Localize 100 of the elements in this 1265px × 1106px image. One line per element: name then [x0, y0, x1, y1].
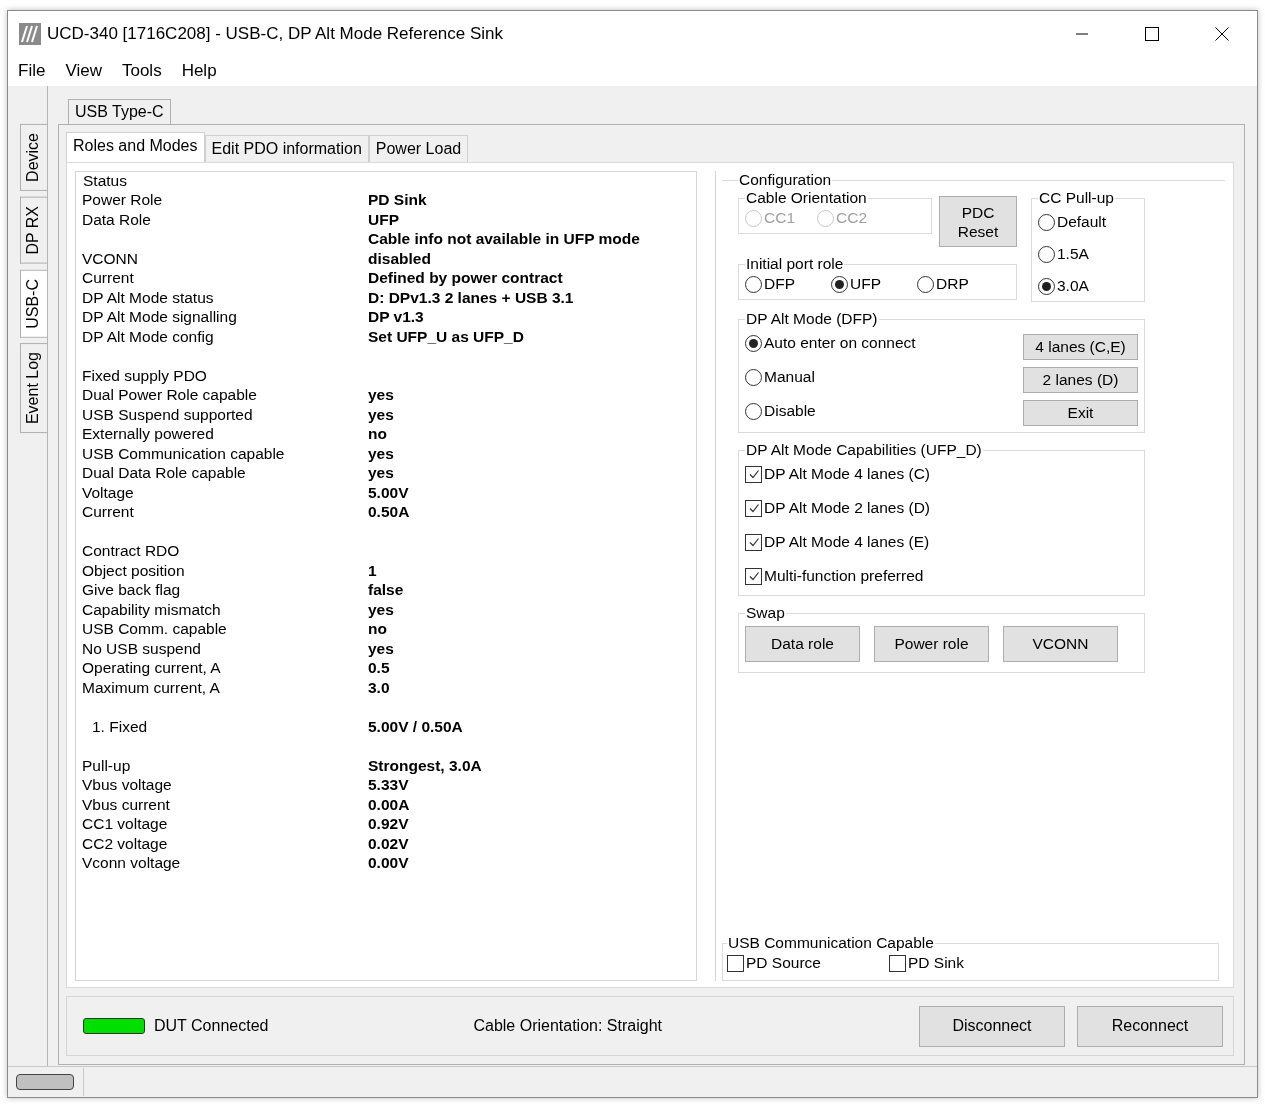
field-label: VCONN	[82, 249, 138, 267]
group-title: DP Alt Mode Capabilities (UFP_D)	[745, 441, 983, 459]
group-title: USB Communication Capable	[727, 934, 935, 952]
side-tab[interactable]: Event Log	[20, 343, 47, 434]
field-value: 5.00V	[368, 482, 409, 502]
field-label: Give back flag	[82, 581, 181, 598]
window-title: UCD-340 [1716C208] - USB-C, DP Alt Mode Reference Sink	[47, 23, 504, 44]
checkbox-option[interactable]: PD Source	[727, 954, 821, 972]
checkbox-option[interactable]: DP Alt Mode 4 lanes (C)	[745, 465, 1138, 483]
menu-item[interactable]: Help	[181, 61, 217, 81]
app-logo-icon	[19, 22, 41, 45]
field-label: Contract RDO	[82, 542, 180, 559]
checkbox-option[interactable]: DP Alt Mode 4 lanes (E)	[745, 533, 1138, 551]
checkmark-icon	[747, 570, 760, 582]
radio-option[interactable]: DRP	[917, 275, 969, 293]
field-value: 1	[368, 560, 377, 580]
field-label: Object position	[82, 561, 185, 579]
connection-button[interactable]: Reconnect	[1077, 1005, 1223, 1047]
tab[interactable]: Roles and Modes	[66, 132, 205, 162]
field-value: yes	[368, 599, 394, 619]
menu-item[interactable]: View	[65, 61, 102, 81]
maximize-icon[interactable]	[1145, 26, 1159, 41]
field-value: disabled	[368, 248, 431, 268]
field-label: Vbus voltage	[82, 776, 172, 793]
field-value: 0.00V	[368, 853, 409, 873]
radio-option[interactable]: DFP	[745, 275, 795, 293]
field-value: 5.00V / 0.50A	[368, 716, 463, 736]
radio-option[interactable]: Manual	[745, 368, 916, 386]
radio-option[interactable]: 3.0A	[1038, 277, 1138, 295]
field-label: Maximum current, A	[82, 678, 220, 696]
cable-orientation-text: Cable Orientation: Straight	[473, 1017, 662, 1035]
field-label: DP Alt Mode config	[82, 327, 214, 345]
connection-button[interactable]: Disconnect	[919, 1005, 1065, 1047]
field-value: Set UFP_U as UFP_D	[368, 326, 524, 346]
radio-option[interactable]: UFP	[831, 275, 881, 293]
field-value: PD Sink	[368, 190, 427, 210]
field-label: CC1 voltage	[82, 815, 168, 832]
field-label: Dual Data Role capable	[82, 464, 246, 481]
field-label: USB Suspend supported	[82, 405, 253, 423]
field-label: 1. Fixed	[92, 717, 148, 735]
swap-button[interactable]: VCONN	[1003, 626, 1118, 662]
field-label: USB Comm. capable	[82, 620, 227, 637]
field-label: Voltage	[82, 483, 134, 501]
checkmark-icon	[747, 536, 760, 548]
lane-button[interactable]: Exit	[1023, 400, 1138, 426]
checkmark-icon	[747, 502, 760, 514]
field-value: yes	[368, 404, 394, 424]
radio-option[interactable]: 1.5A	[1038, 245, 1138, 263]
field-value: 5.33V	[368, 775, 409, 795]
checkbox-option[interactable]: Multi-function preferred	[745, 567, 1138, 585]
tab[interactable]: Edit PDO information	[204, 135, 369, 162]
field-value: 0.92V	[368, 814, 409, 834]
checkbox-option[interactable]: DP Alt Mode 2 lanes (D)	[745, 499, 1138, 517]
field-value: 0.5	[368, 658, 390, 678]
pdc-reset-button[interactable]: PDC Reset	[939, 196, 1017, 247]
swap-button[interactable]: Power role	[874, 626, 989, 662]
field-value: Cable info not available in UFP mode	[368, 229, 640, 249]
field-label: Current	[82, 269, 134, 286]
group-title: CC Pull-up	[1038, 189, 1115, 207]
field-label: CC2 voltage	[82, 834, 168, 852]
field-value: 0.50A	[368, 502, 410, 522]
field-value: Strongest, 3.0A	[368, 755, 482, 775]
field-label: DP Alt Mode signalling	[82, 308, 237, 325]
tab[interactable]: Power Load	[368, 135, 469, 162]
group-title: DP Alt Mode (DFP)	[745, 310, 879, 328]
field-label: Fixed supply PDO	[82, 366, 207, 384]
radio-option[interactable]: Auto enter on connect	[745, 334, 916, 352]
group-title: Cable Orientation	[745, 189, 868, 207]
field-value: 3.0	[368, 677, 390, 697]
swap-button[interactable]: Data role	[745, 626, 860, 662]
field-label: Externally powered	[82, 425, 214, 442]
radio-option[interactable]: Disable	[745, 402, 916, 420]
field-label: Capability mismatch	[82, 600, 221, 618]
field-value: no	[368, 619, 387, 639]
group-title: Configuration	[738, 171, 833, 189]
lane-button[interactable]: 4 lanes (C,E)	[1023, 334, 1138, 360]
field-value: false	[368, 580, 404, 600]
radio-option[interactable]: Default	[1038, 213, 1138, 231]
field-label: DP Alt Mode status	[82, 288, 214, 306]
connection-status: DUT Connected	[154, 1017, 269, 1035]
field-label: Operating current, A	[82, 659, 221, 676]
side-tab[interactable]: Device	[20, 124, 47, 191]
field-value: yes	[368, 385, 394, 405]
menu-item[interactable]: Tools	[121, 61, 162, 81]
group-title: Swap	[745, 604, 786, 622]
side-tab[interactable]: DP RX	[20, 196, 47, 264]
side-tab[interactable]: USB-C	[20, 269, 47, 338]
field-label: Current	[82, 503, 134, 520]
field-label: USB Communication capable	[82, 444, 285, 462]
field-label: Vbus current	[82, 795, 170, 813]
lane-button[interactable]: 2 lanes (D)	[1023, 367, 1138, 393]
checkbox-option[interactable]: PD Sink	[888, 954, 964, 972]
group-title: Status	[82, 172, 128, 190]
menu-item[interactable]: File	[18, 61, 46, 81]
field-label: Data Role	[82, 210, 151, 228]
field-value: D: DPv1.3 2 lanes + USB 3.1	[368, 287, 574, 307]
field-value: Defined by power contract	[368, 268, 563, 288]
outer-tab[interactable]: USB Type-C	[68, 99, 171, 124]
checkmark-icon	[747, 468, 760, 480]
close-icon[interactable]	[1215, 26, 1229, 41]
